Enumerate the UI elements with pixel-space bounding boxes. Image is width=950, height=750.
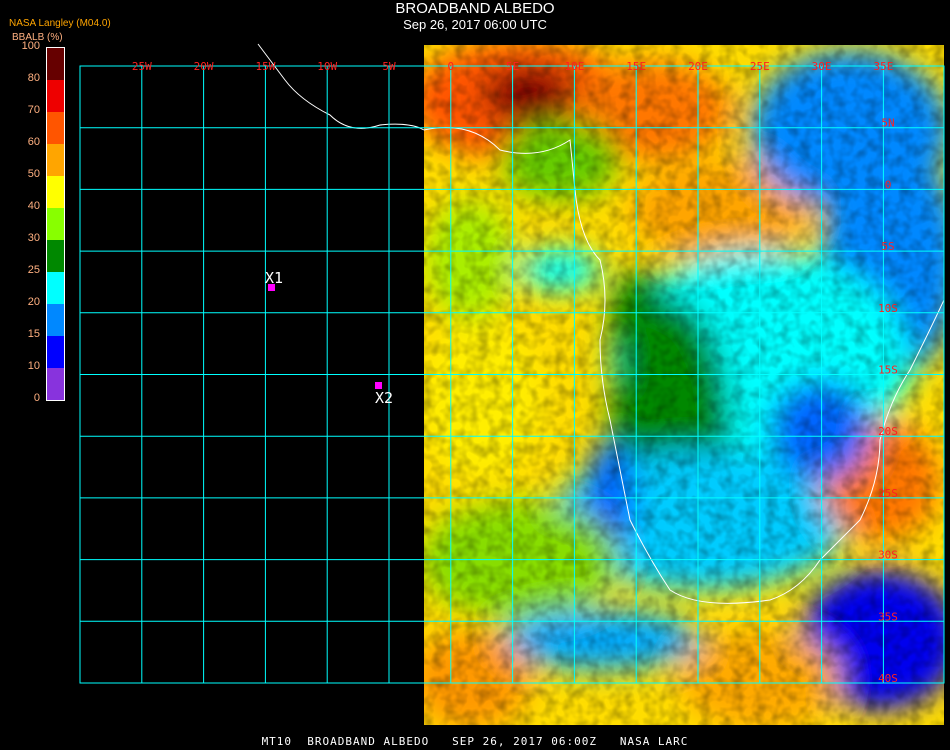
longitude-label: 5E bbox=[506, 60, 519, 73]
latitude-label: 20S bbox=[878, 425, 898, 438]
longitude-label: 15E bbox=[626, 60, 646, 73]
satellite-map: 25W 20W 15W 10W 5W 0 5E 10E 15E 20E 25E 30E 35E 5N 0 5S… bbox=[79, 43, 945, 725]
longitude-label: 25E bbox=[750, 60, 770, 73]
marker-label: X1 bbox=[265, 269, 283, 287]
longitude-label: 25W bbox=[132, 60, 152, 73]
footer-caption: MT10 BROADBAND ALBEDO SEP 26, 2017 06:00… bbox=[261, 735, 689, 748]
marker-label: X2 bbox=[375, 389, 393, 407]
longitude-label: 20W bbox=[194, 60, 214, 73]
longitude-label: 35E bbox=[873, 60, 893, 73]
longitude-label: 20E bbox=[688, 60, 708, 73]
longitude-label: 10W bbox=[317, 60, 337, 73]
latitude-label: 40S bbox=[878, 672, 898, 685]
longitude-label: 30E bbox=[812, 60, 832, 73]
longitude-label: 0 bbox=[447, 60, 454, 73]
longitude-label: 5W bbox=[382, 60, 396, 73]
latitude-label: 5N bbox=[881, 117, 894, 130]
coastline-north bbox=[257, 43, 425, 131]
longitude-label: 10E bbox=[564, 60, 584, 73]
latitude-label: 35S bbox=[878, 610, 898, 623]
latitude-label: 10S bbox=[878, 302, 898, 315]
latitude-label: 15S bbox=[878, 364, 898, 377]
latitude-label: 30S bbox=[878, 549, 898, 562]
latitude-label: 5S bbox=[881, 240, 894, 253]
latitude-label: 25S bbox=[878, 487, 898, 500]
longitude-label: 15W bbox=[255, 60, 275, 73]
marker-x2[interactable] bbox=[375, 382, 382, 389]
latitude-label: 0 bbox=[885, 178, 892, 191]
albedo-imagery bbox=[424, 45, 944, 725]
